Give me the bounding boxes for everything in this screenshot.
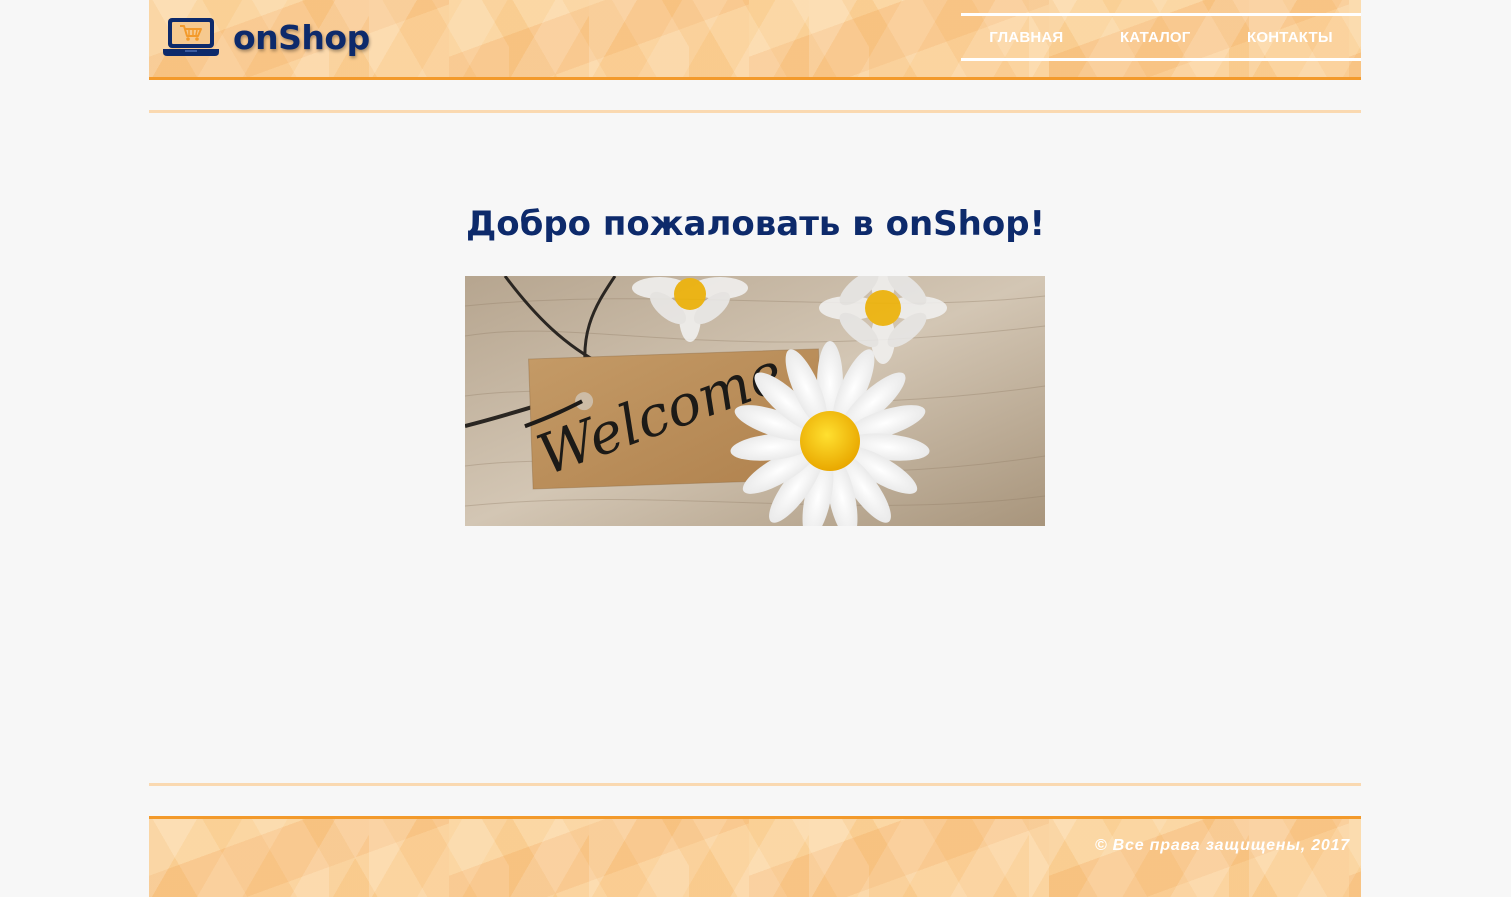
welcome-image: Welcome	[465, 276, 1045, 526]
nav-contacts[interactable]: КОНТАКТЫ	[1233, 29, 1347, 46]
nav-home[interactable]: ГЛАВНАЯ	[975, 29, 1077, 46]
main-nav: ГЛАВНАЯ КАТАЛОГ КОНТАКТЫ	[961, 13, 1361, 61]
welcome-photo: Welcome	[465, 276, 1045, 526]
logo[interactable]: onShop	[163, 16, 370, 58]
page: onShop ГЛАВНАЯ КАТАЛОГ КОНТАКТЫ Добро по…	[0, 0, 1511, 897]
page-title: Добро пожаловать в onShop!	[465, 204, 1046, 244]
laptop-cart-icon	[163, 18, 219, 56]
site-header: onShop ГЛАВНАЯ КАТАЛОГ КОНТАКТЫ	[149, 0, 1361, 80]
nav-catalog[interactable]: КАТАЛОГ	[1106, 29, 1205, 46]
top-divider	[149, 110, 1361, 113]
logo-text: onShop	[233, 17, 370, 57]
copyright-text: © Все права защищены, 2017	[1094, 837, 1350, 854]
bottom-divider	[149, 783, 1361, 786]
site-footer: © Все права защищены, 2017	[149, 816, 1361, 897]
